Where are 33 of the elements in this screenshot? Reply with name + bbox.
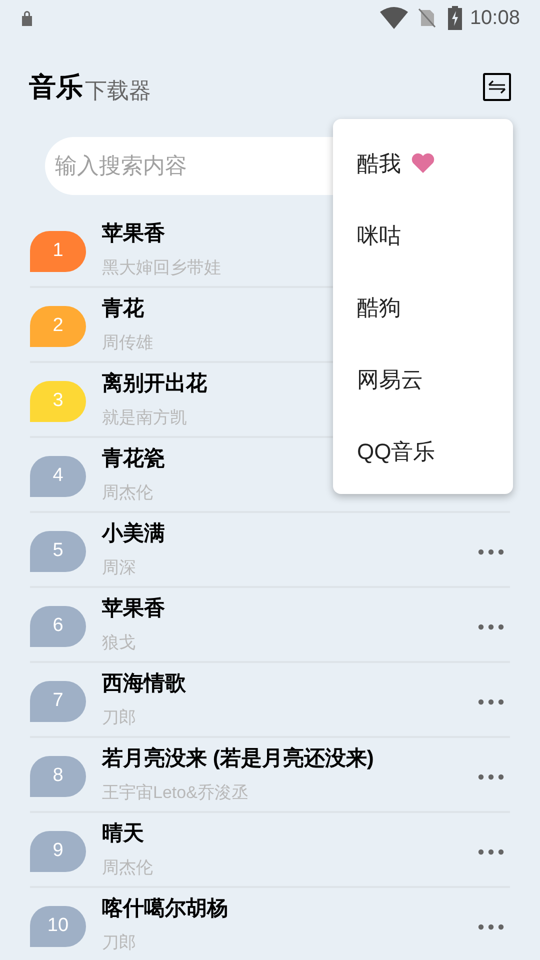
song-artist: 就是南方凯 bbox=[102, 406, 187, 428]
song-title: 苹果香 bbox=[102, 220, 165, 246]
rank-badge: 4 bbox=[30, 456, 86, 497]
song-artist: 王宇宙Leto&乔浚丞 bbox=[102, 782, 248, 804]
rank-badge: 6 bbox=[30, 606, 86, 647]
rank-badge: 9 bbox=[30, 831, 86, 872]
song-title: 晴天 bbox=[102, 820, 144, 846]
song-artist: 黑大婶回乡带娃 bbox=[102, 256, 221, 278]
rank-badge: 7 bbox=[30, 681, 86, 722]
song-title: 若月亮没来 (若是月亮还没来) bbox=[102, 746, 374, 772]
app-subtitle: 下载器 bbox=[85, 76, 151, 104]
song-title: 西海情歌 bbox=[102, 670, 186, 696]
song-title: 小美满 bbox=[102, 520, 165, 546]
song-artist: 周传雄 bbox=[102, 332, 153, 354]
rank-badge: 10 bbox=[30, 906, 86, 947]
song-artist: 周深 bbox=[102, 556, 136, 578]
song-title: 苹果香 bbox=[102, 596, 165, 622]
song-title: 离别开出花 bbox=[102, 370, 207, 396]
rank-badge: 5 bbox=[30, 531, 86, 572]
app-title: 音乐 bbox=[29, 70, 83, 104]
song-artist: 周杰伦 bbox=[102, 856, 153, 878]
rank-badge: 3 bbox=[30, 381, 86, 422]
rank-badge: 2 bbox=[30, 306, 86, 347]
status-time: 10:08 bbox=[470, 6, 520, 31]
song-artist: 刀郎 bbox=[102, 932, 136, 954]
rank-badge: 1 bbox=[30, 231, 86, 272]
song-artist: 狼戈 bbox=[102, 632, 136, 654]
rank-badge: 8 bbox=[30, 756, 86, 797]
song-title: 青花瓷 bbox=[102, 446, 165, 472]
song-title: 青花 bbox=[102, 296, 144, 322]
song-artist: 周杰伦 bbox=[102, 482, 153, 504]
song-artist: 刀郎 bbox=[102, 706, 136, 728]
song-title: 喀什噶尔胡杨 bbox=[102, 896, 228, 922]
